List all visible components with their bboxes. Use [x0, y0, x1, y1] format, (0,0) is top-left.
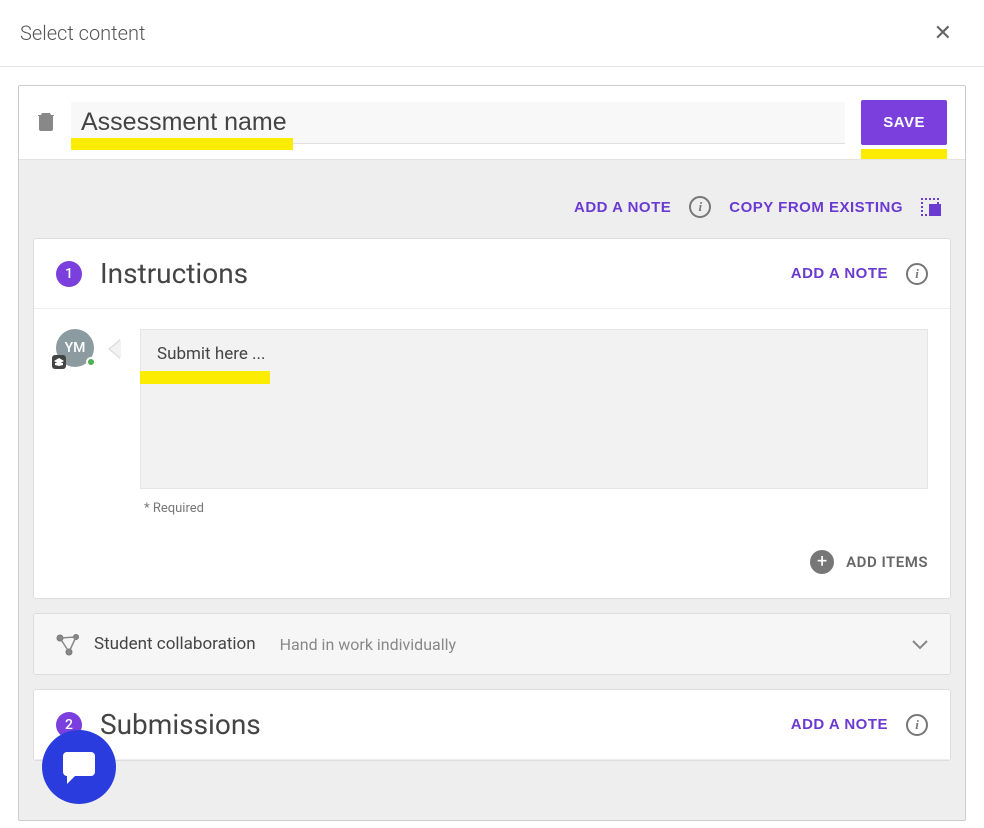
save-button[interactable]: SAVE [861, 100, 947, 145]
required-note: * Required [140, 501, 928, 516]
highlight-marker [861, 149, 947, 159]
add-items-label: ADD ITEMS [846, 553, 928, 571]
instructions-title: Instructions [100, 257, 773, 290]
add-items-row[interactable]: + ADD ITEMS [56, 550, 928, 574]
chevron-down-icon [912, 635, 928, 654]
chat-help-button[interactable] [42, 730, 116, 804]
info-icon[interactable]: i [689, 196, 711, 218]
instructions-card: 1 Instructions ADD A NOTE i YM [33, 238, 951, 599]
assessment-name-input[interactable] [71, 102, 845, 144]
section-number-badge: 1 [56, 261, 82, 287]
close-button[interactable]: ✕ [926, 16, 960, 50]
collab-subtitle: Hand in work individually [280, 635, 456, 654]
add-note-button-instructions[interactable]: ADD A NOTE [791, 265, 888, 282]
scroll-area[interactable]: ADD A NOTE i COPY FROM EXISTING 1 Instru… [19, 160, 965, 820]
submissions-title: Submissions [100, 708, 773, 741]
copy-from-existing-button[interactable]: COPY FROM EXISTING [729, 199, 903, 216]
top-bar: SAVE [19, 86, 965, 160]
network-icon [56, 632, 80, 656]
top-actions-row: ADD A NOTE i COPY FROM EXISTING [19, 160, 965, 238]
collab-title: Student collaboration [94, 634, 256, 654]
instruction-comment-row: YM * Required [56, 329, 928, 516]
speech-caret-icon [108, 339, 120, 359]
instructions-textarea[interactable] [140, 329, 928, 489]
plus-icon: + [810, 550, 834, 574]
submissions-card: 2 Submissions ADD A NOTE i [33, 689, 951, 761]
submissions-header: 2 Submissions ADD A NOTE i [34, 690, 950, 760]
modal-header: Select content ✕ [0, 0, 984, 67]
modal-title: Select content [20, 21, 145, 45]
grad-cap-icon [52, 355, 66, 369]
assessment-name-wrap [71, 102, 845, 144]
add-note-button-top[interactable]: ADD A NOTE [574, 199, 671, 216]
info-icon[interactable]: i [906, 714, 928, 736]
student-collaboration-row[interactable]: Student collaboration Hand in work indiv… [33, 613, 951, 675]
instructions-header: 1 Instructions ADD A NOTE i [34, 239, 950, 309]
online-status-dot [86, 357, 96, 367]
avatar-wrap: YM [56, 329, 94, 367]
info-icon[interactable]: i [906, 263, 928, 285]
add-note-button-submissions[interactable]: ADD A NOTE [791, 716, 888, 733]
content-box: SAVE ADD A NOTE i COPY FROM EXISTING 1 I… [18, 85, 966, 821]
copy-icon[interactable] [921, 198, 941, 216]
trash-icon[interactable] [37, 111, 55, 135]
